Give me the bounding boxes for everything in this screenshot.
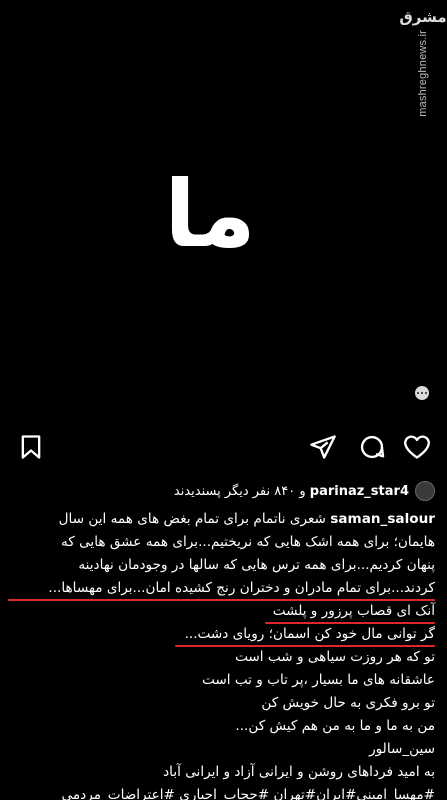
caption-text: آنک ای قصاب پرزور و پلشت <box>272 603 435 619</box>
post-image[interactable]: ما مشرق mashreghnews.ir <box>0 0 447 418</box>
caption-line: من به ما و ما به من هم کیش کن... <box>235 718 435 734</box>
watermark-logo: مشرق <box>399 8 447 26</box>
caption-line: تو برو فکری به حال خویش کن <box>261 695 435 711</box>
post-caption: saman_salour شعری ناتمام برای تمام بغض ه… <box>8 508 435 800</box>
comment-icon[interactable] <box>357 432 387 462</box>
caption-text[interactable]: #مهسا_امینی#ایران#تهران #حجاب_اجباری #اع… <box>62 787 435 800</box>
likes-text: parinaz_star4 و ۸۴۰ نفر دیگر پسندیدند <box>174 484 409 499</box>
caption-text: شعری ناتمام برای تمام بغض های همه این سا… <box>58 511 326 527</box>
caption-line: سین_سالور <box>369 741 435 757</box>
caption-line: پنهان کردیم...برای همه ترس هایی که سالها… <box>78 557 435 573</box>
send-icon[interactable] <box>308 432 338 462</box>
action-bar <box>0 432 447 472</box>
caption-username[interactable]: saman_salour <box>330 511 435 527</box>
heart-icon[interactable] <box>402 432 432 462</box>
caption-line: آنک ای قصاب پرزور و پلشت <box>8 600 435 624</box>
liker-avatar[interactable] <box>415 481 435 501</box>
watermark-url: mashreghnews.ir <box>417 30 429 117</box>
caption-text: گر توانی مال خود کن اسمان؛ رویای دشت... <box>184 626 435 642</box>
liker-username[interactable]: parinaz_star4 <box>310 484 409 499</box>
caption-hashtags[interactable]: #مهسا_امینی#ایران#تهران #حجاب_اجباری #اع… <box>8 784 435 800</box>
more-options-icon[interactable] <box>415 386 429 400</box>
caption-line: گر توانی مال خود کن اسمان؛ رویای دشت... <box>8 623 435 647</box>
caption-line-1: saman_salour شعری ناتمام برای تمام بغض ه… <box>8 508 435 531</box>
caption-line: کردند...برای تمام مادران و دختران رنج کش… <box>8 577 435 601</box>
bookmark-icon[interactable] <box>16 432 46 462</box>
watermark: مشرق mashreghnews.ir <box>399 2 446 122</box>
likes-summary[interactable]: parinaz_star4 و ۸۴۰ نفر دیگر پسندیدند <box>10 480 435 502</box>
caption-text: کردند...برای تمام مادران و دختران رنج کش… <box>48 580 435 596</box>
caption-line: تو که هر روزت سیاهی و شب است <box>235 649 435 665</box>
caption-line: هایمان؛ برای همه اشک هایی که نریختیم...ب… <box>61 534 435 550</box>
post-artwork-text: ما <box>164 161 256 268</box>
caption-line: به امید فرداهای روشن و ایرانی آزاد و ایر… <box>163 764 435 780</box>
caption-line: عاشقانه های ما بسیار ،پر تاب و تب است <box>202 672 435 688</box>
likes-suffix: و ۸۴۰ نفر دیگر پسندیدند <box>173 483 306 499</box>
